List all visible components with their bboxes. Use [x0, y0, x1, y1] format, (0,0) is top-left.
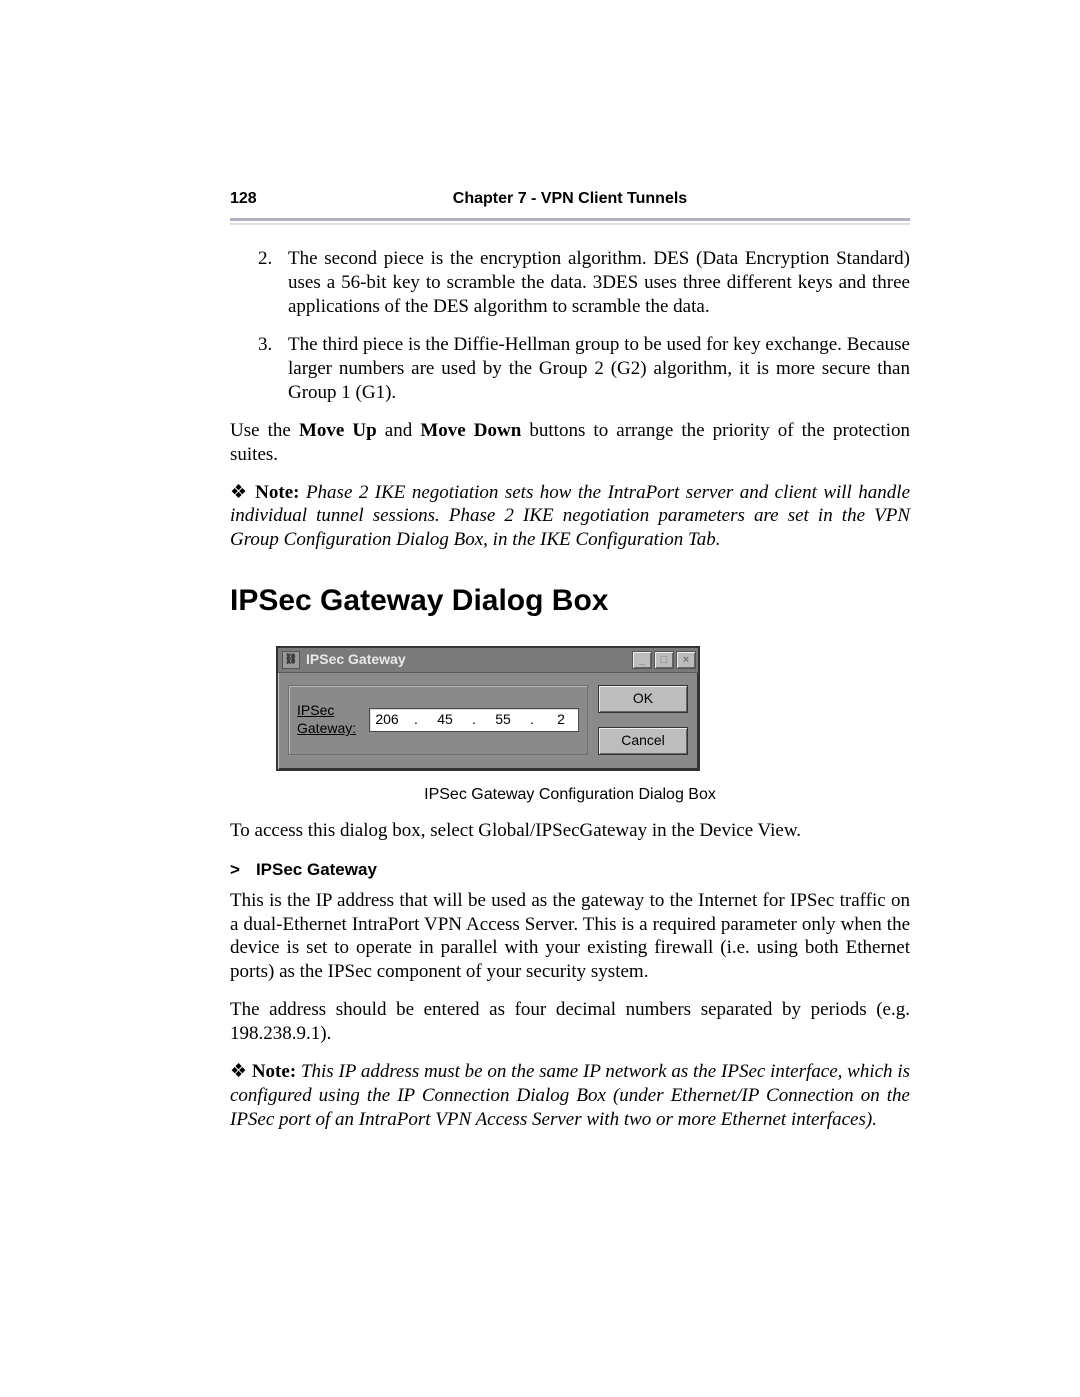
note-label: Note: [249, 482, 306, 503]
ip-octet-2[interactable]: 45 [432, 711, 458, 729]
dialog-title: IPSec Gateway [306, 651, 630, 669]
access-paragraph: To access this dialog box, select Global… [230, 819, 910, 843]
page: 128 Chapter 7 - VPN Client Tunnels 000 2… [0, 0, 1080, 1397]
list-number: 2. [258, 247, 288, 319]
cancel-button[interactable]: Cancel [598, 727, 688, 755]
ip-octet-3[interactable]: 55 [490, 711, 516, 729]
header-rule-bottom [230, 223, 910, 225]
list-text: The third piece is the Diffie-Hellman gr… [288, 333, 910, 405]
ip-dot: . [516, 711, 548, 729]
chevron-right-icon: > [230, 860, 240, 879]
dialog-titlebar: ⛓ IPSec Gateway _ □ × [278, 648, 698, 673]
app-icon: ⛓ [282, 651, 300, 669]
body: 2. The second piece is the encryption al… [230, 247, 910, 1132]
list-text: The second piece is the encryption algor… [288, 247, 910, 319]
chapter-title: Chapter 7 - VPN Client Tunnels [453, 190, 687, 208]
text: Use the [230, 420, 299, 441]
ipsec-gateway-label: IPSec Gateway: [297, 702, 359, 737]
ip-dot: . [458, 711, 490, 729]
gateway-paragraph-1: This is the IP address that will be used… [230, 889, 910, 985]
gateway-paragraph-2: The address should be entered as four de… [230, 998, 910, 1046]
ok-button[interactable]: OK [598, 685, 688, 713]
note-label: Note: [247, 1061, 301, 1082]
figure-caption: IPSec Gateway Configuration Dialog Box [230, 785, 910, 805]
ip-octet-1[interactable]: 206 [374, 711, 400, 729]
dialog-figure: ⛓ IPSec Gateway _ □ × IPSec Gateway: 206… [276, 646, 910, 771]
ip-address-input[interactable]: 206 . 45 . 55 . 2 [369, 708, 579, 732]
sub-heading-text: IPSec Gateway [256, 860, 377, 879]
dialog-form-group: IPSec Gateway: 206 . 45 . 55 . 2 [288, 685, 588, 755]
movedown-label: Move Down [420, 420, 521, 441]
sub-heading: > IPSec Gateway [230, 859, 910, 880]
header-rule-top [230, 218, 910, 221]
page-header: 128 Chapter 7 - VPN Client Tunnels 000 [230, 190, 910, 208]
note-text: This IP address must be on the same IP n… [230, 1061, 910, 1130]
text: and [377, 420, 421, 441]
moveup-label: Move Up [299, 420, 377, 441]
ipsec-gateway-dialog: ⛓ IPSec Gateway _ □ × IPSec Gateway: 206… [276, 646, 700, 771]
section-heading: IPSec Gateway Dialog Box [230, 582, 910, 620]
minimize-button[interactable]: _ [632, 651, 652, 669]
moveup-paragraph: Use the Move Up and Move Down buttons to… [230, 419, 910, 467]
maximize-button[interactable]: □ [654, 651, 674, 669]
numbered-list: 2. The second piece is the encryption al… [230, 247, 910, 405]
ip-octet-4[interactable]: 2 [548, 711, 574, 729]
note-block: ❖ Note: Phase 2 IKE negotiation sets how… [230, 481, 910, 553]
dialog-buttons: OK Cancel [588, 685, 688, 755]
list-item: 3. The third piece is the Diffie-Hellman… [230, 333, 910, 405]
list-item: 2. The second piece is the encryption al… [230, 247, 910, 319]
page-number: 128 [230, 190, 257, 208]
list-number: 3. [258, 333, 288, 405]
ip-dot: . [400, 711, 432, 729]
note-bullet-icon: ❖ [230, 482, 249, 503]
note-block: ❖ Note: This IP address must be on the s… [230, 1060, 910, 1132]
note-bullet-icon: ❖ [230, 1061, 247, 1082]
note-text: Phase 2 IKE negotiation sets how the Int… [230, 482, 910, 551]
close-button[interactable]: × [676, 651, 696, 669]
dialog-body: IPSec Gateway: 206 . 45 . 55 . 2 OK [278, 673, 698, 769]
